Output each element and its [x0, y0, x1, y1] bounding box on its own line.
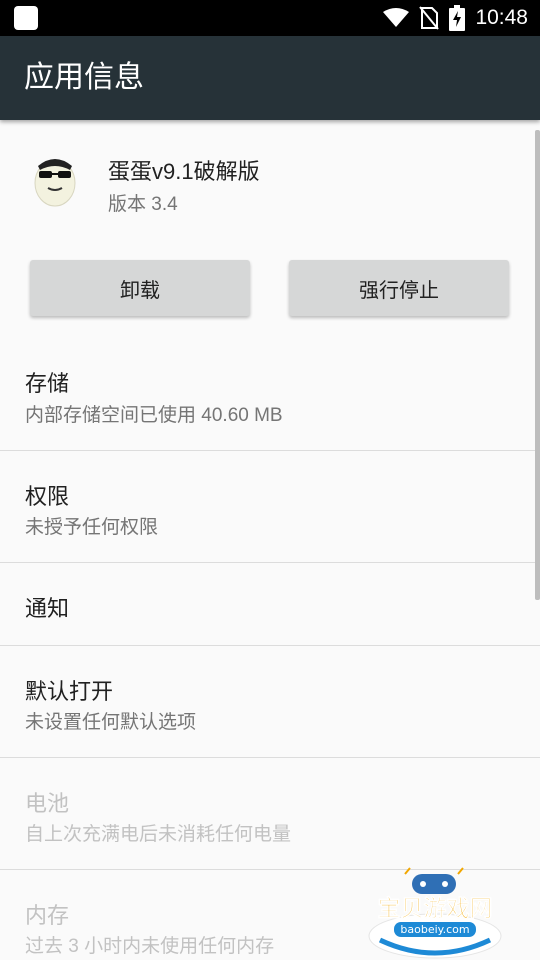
row-title: 通知: [25, 596, 70, 621]
row-subtitle: 未设置任何默认选项: [25, 712, 197, 733]
watermark-logo: 宝贝游戏网 baobeiy.com: [368, 867, 502, 959]
row-title: 默认打开: [25, 679, 114, 704]
watermark-name: 宝贝游戏网: [378, 895, 493, 922]
permissions-row[interactable]: 权限 未授予任何权限: [0, 451, 540, 563]
app-header: [0, 120, 540, 230]
status-bar: 10:48: [0, 0, 540, 36]
wifi-icon: [383, 8, 410, 27]
row-subtitle: 内部存储空间已使用 40.60 MB: [25, 405, 283, 426]
no-sim-icon: [419, 6, 440, 30]
uninstall-button[interactable]: 卸载: [30, 260, 250, 316]
row-title: 存储: [25, 371, 70, 396]
watermark-url: baobeiy.com: [400, 923, 469, 936]
row-title: 电池: [25, 791, 70, 816]
app-square-icon: [14, 6, 38, 30]
app-bar: 应用信息: [0, 36, 540, 120]
page-title: 应用信息: [24, 61, 144, 94]
row-title: 权限: [25, 484, 70, 509]
scrollbar[interactable]: [535, 130, 540, 600]
open-by-default-row[interactable]: 默认打开 未设置任何默认选项: [0, 646, 540, 758]
row-title: 内存: [25, 903, 70, 928]
battery-charging-icon: [449, 5, 466, 31]
egg-sunglasses-app-icon: [34, 159, 76, 207]
row-subtitle: 未授予任何权限: [25, 517, 159, 538]
app-name: 蛋蛋v9.1破解版: [108, 159, 260, 184]
force-stop-button[interactable]: 强行停止: [289, 260, 509, 316]
notifications-row[interactable]: 通知: [0, 563, 540, 646]
battery-row: 电池 自上次充满电后未消耗任何电量: [0, 758, 540, 870]
storage-row[interactable]: 存储 内部存储空间已使用 40.60 MB: [0, 338, 540, 451]
status-time: 10:48: [475, 6, 528, 29]
app-version: 版本 3.4: [108, 194, 178, 215]
row-subtitle: 自上次充满电后未消耗任何电量: [25, 824, 292, 845]
row-subtitle: 过去 3 小时内未使用任何内存: [25, 936, 275, 957]
